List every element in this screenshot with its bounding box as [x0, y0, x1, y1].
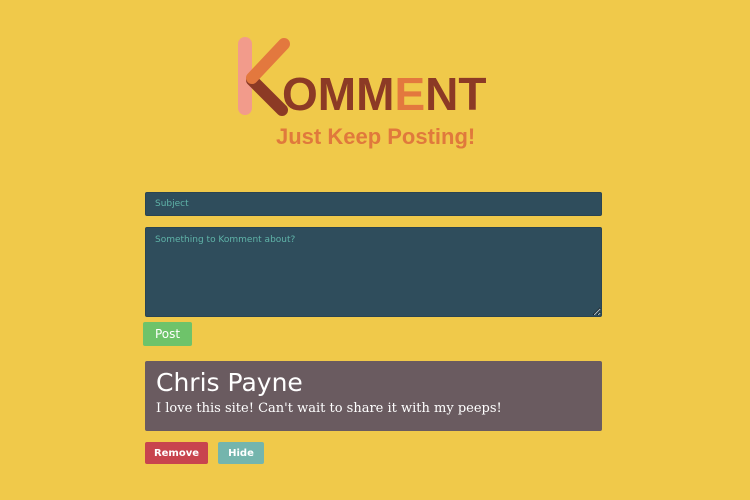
logo-k-upper-arm [246, 38, 290, 84]
logo-wordmark: OMMENT [282, 70, 486, 118]
subject-input[interactable] [145, 192, 602, 216]
logo-letter: N [425, 68, 459, 120]
tagline: Just Keep Posting! [276, 124, 476, 149]
comment-text: I love this site! Can't wait to share it… [156, 401, 502, 416]
logo-k-lower-arm [246, 74, 288, 116]
logo-letter: T [458, 68, 487, 120]
logo-letter: O [282, 68, 318, 120]
logo-letter: M [317, 68, 357, 120]
logo-letter: E [394, 68, 426, 120]
hide-button[interactable]: Hide [218, 442, 264, 464]
comment-author: Chris Payne [156, 368, 303, 397]
logo-letter: M [356, 68, 395, 120]
comment-body-textarea[interactable] [145, 227, 602, 317]
remove-button[interactable]: Remove [145, 442, 208, 464]
post-button[interactable]: Post [143, 322, 192, 346]
comment-card: Chris Payne I love this site! Can't wait… [145, 361, 602, 431]
